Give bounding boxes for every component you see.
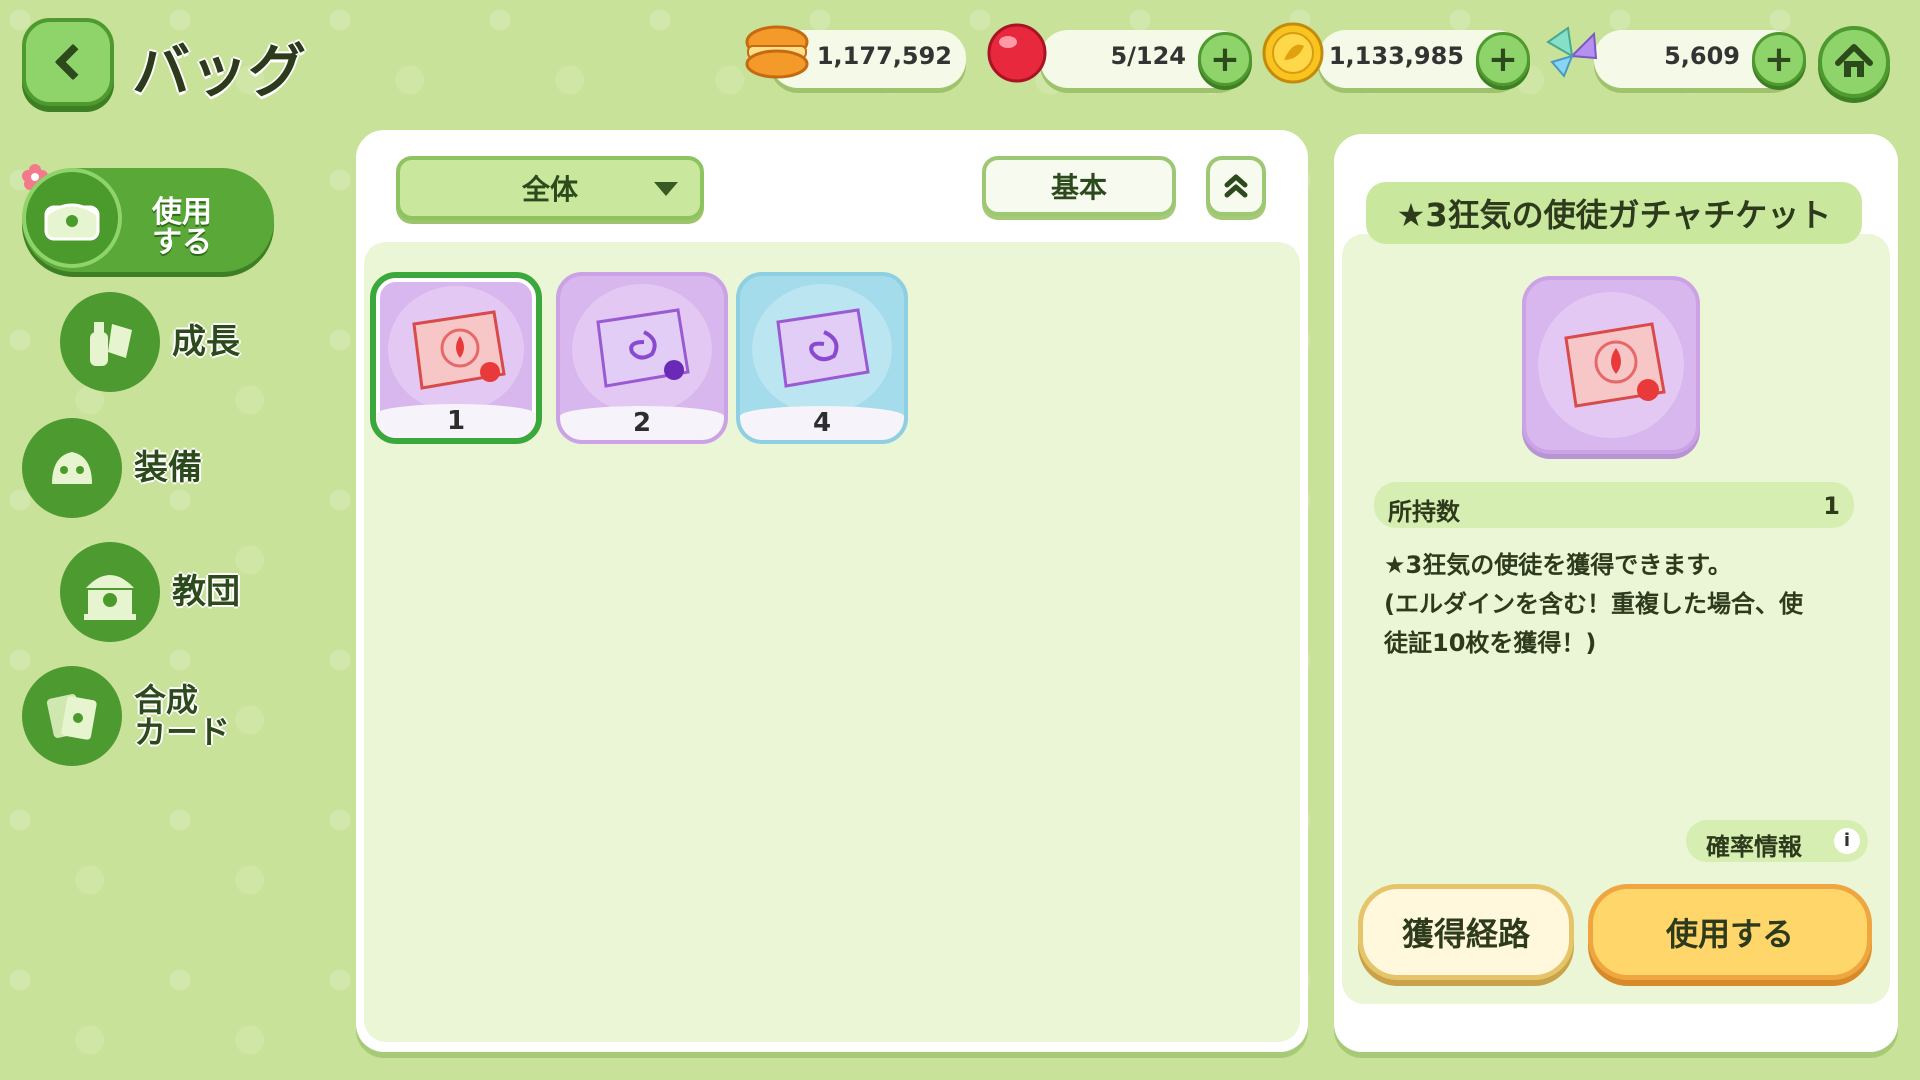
sidebar-item-equipment[interactable]: 装備 bbox=[22, 418, 202, 518]
chevron-left-icon bbox=[54, 43, 92, 81]
item-detail-panel: ★3狂気の使徒ガチャチケット 所持数 1 ★3狂気の使徒を獲得できます。 (エル… bbox=[1334, 134, 1898, 1052]
card-icon bbox=[22, 666, 122, 766]
candy-icon bbox=[987, 23, 1047, 83]
back-button[interactable] bbox=[22, 18, 114, 106]
owned-count-label: 所持数 bbox=[1388, 498, 1460, 526]
purple-swirl-ticket-icon bbox=[776, 308, 870, 388]
sidebar-item-order[interactable]: 教団 bbox=[60, 542, 240, 642]
page-title: バッグ bbox=[132, 37, 307, 105]
chest-icon bbox=[22, 168, 122, 268]
item-detail-image bbox=[1522, 276, 1700, 454]
sidebar-item-growth[interactable]: 成長 bbox=[60, 292, 240, 392]
item-count: 4 bbox=[740, 406, 904, 440]
inventory-item-slot[interactable]: 2 bbox=[556, 272, 728, 444]
filter-dropdown-label: 全体 bbox=[521, 173, 578, 206]
inventory-panel: 全体 基本 bbox=[356, 130, 1308, 1052]
purple-star-ticket-icon bbox=[596, 308, 690, 388]
acquisition-route-label: 獲得経路 bbox=[1401, 915, 1530, 953]
sidebar-item-card[interactable]: 合成 カード bbox=[22, 666, 230, 766]
resource-value: 1,133,985 bbox=[1328, 42, 1464, 70]
description-line: 徒証10枚を獲得！) bbox=[1384, 629, 1597, 657]
item-count: 2 bbox=[560, 406, 724, 440]
add-crystal-button[interactable]: + bbox=[1752, 32, 1806, 86]
sidebar-item-use[interactable]: 使用 する bbox=[22, 168, 274, 272]
filter-dropdown[interactable]: 全体 bbox=[396, 156, 704, 220]
sort-button-label: 基本 bbox=[1050, 171, 1107, 204]
sidebar-item-label: 教団 bbox=[172, 572, 240, 612]
resource-value: 1,177,592 bbox=[816, 42, 952, 70]
item-description: ★3狂気の使徒を獲得できます。 (エルダインを含む！重複した場合、使 徒証10枚… bbox=[1384, 546, 1844, 663]
item-count: 1 bbox=[376, 404, 536, 438]
description-line: ★3狂気の使徒を獲得できます。 bbox=[1384, 551, 1732, 579]
red-gacha-ticket-icon bbox=[1564, 322, 1666, 408]
resource-gold: 1,133,985 + bbox=[1318, 30, 1530, 88]
home-icon bbox=[1835, 44, 1873, 77]
description-line: (エルダインを含む！重複した場合、使 bbox=[1384, 590, 1803, 618]
resource-value: 5/124 bbox=[1110, 42, 1186, 70]
resource-crystal: 5,609 + bbox=[1594, 30, 1806, 88]
use-item-label: 使用する bbox=[1665, 915, 1794, 953]
gold-coin-icon bbox=[1262, 22, 1324, 84]
owned-count-row: 所持数 1 bbox=[1374, 482, 1854, 528]
sort-order-button[interactable] bbox=[1206, 156, 1266, 216]
equipment-icon bbox=[22, 418, 122, 518]
sidebar-item-label: 装備 bbox=[134, 448, 202, 488]
temple-icon bbox=[60, 542, 160, 642]
add-candy-button[interactable]: + bbox=[1198, 32, 1252, 86]
sort-button[interactable]: 基本 bbox=[982, 156, 1176, 216]
chevron-down-icon bbox=[654, 182, 678, 196]
sidebar-item-label: 使用 する bbox=[152, 195, 212, 260]
acquisition-route-button[interactable]: 獲得経路 bbox=[1358, 884, 1574, 980]
sidebar-item-label: 合成 カード bbox=[134, 681, 231, 751]
red-gacha-ticket-icon bbox=[412, 310, 506, 390]
resource-candy: 5/124 + bbox=[1040, 30, 1252, 88]
crystal-wing-icon bbox=[1546, 26, 1598, 78]
inventory-item-slot[interactable]: 1 bbox=[370, 272, 542, 444]
macaron-icon bbox=[745, 25, 809, 79]
home-button[interactable] bbox=[1818, 26, 1890, 98]
owned-count-value: 1 bbox=[1823, 492, 1840, 520]
double-chevron-up-icon bbox=[1224, 174, 1248, 198]
item-detail-title: ★3狂気の使徒ガチャチケット bbox=[1366, 182, 1862, 244]
potion-icon bbox=[60, 292, 160, 392]
probability-info-label: 確率情報 bbox=[1706, 833, 1802, 861]
info-icon: i bbox=[1834, 828, 1860, 854]
resource-value: 5,609 bbox=[1664, 42, 1740, 70]
probability-info-button[interactable]: 確率情報 i bbox=[1686, 820, 1868, 862]
inventory-item-slot[interactable]: 4 bbox=[736, 272, 908, 444]
add-gold-button[interactable]: + bbox=[1476, 32, 1530, 86]
sidebar-item-label: 成長 bbox=[172, 322, 240, 362]
use-item-button[interactable]: 使用する bbox=[1588, 884, 1872, 980]
